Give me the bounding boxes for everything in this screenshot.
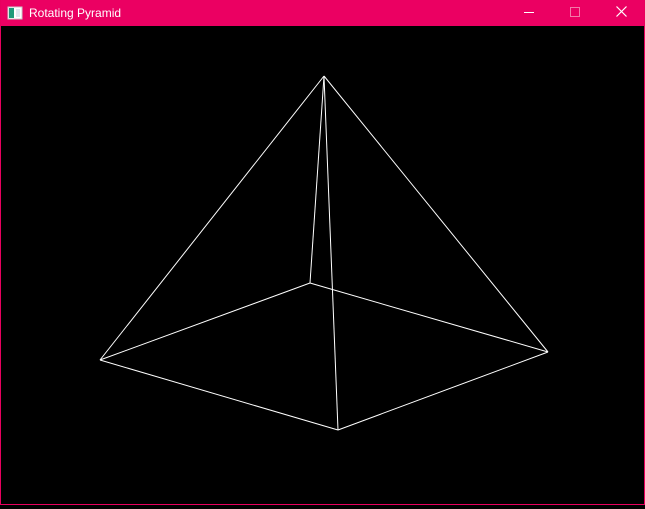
minimize-icon [524, 4, 534, 22]
maximize-button[interactable] [552, 0, 598, 26]
close-button[interactable] [598, 0, 644, 26]
pyramid-lateral-edge [99, 75, 325, 361]
maximize-icon [570, 4, 580, 22]
render-canvas[interactable] [2, 26, 643, 504]
pyramid-lateral-edge [309, 75, 325, 284]
close-icon [615, 4, 627, 22]
window-title: Rotating Pyramid [29, 6, 122, 20]
title-bar[interactable]: Rotating Pyramid [1, 0, 644, 26]
pyramid-base-edge [99, 359, 339, 431]
pyramid-wireframe [99, 75, 549, 431]
window-controls [506, 0, 644, 26]
pyramid-base-edge [309, 282, 549, 353]
app-window: Rotating Pyramid [0, 0, 645, 505]
minimize-button[interactable] [506, 0, 552, 26]
pyramid-lateral-edge [323, 75, 549, 353]
pyramid-base-edge [337, 351, 549, 431]
pyramid-base-edge [99, 282, 311, 361]
pyramid-lateral-edge [323, 75, 339, 431]
app-window-icon [7, 5, 23, 21]
